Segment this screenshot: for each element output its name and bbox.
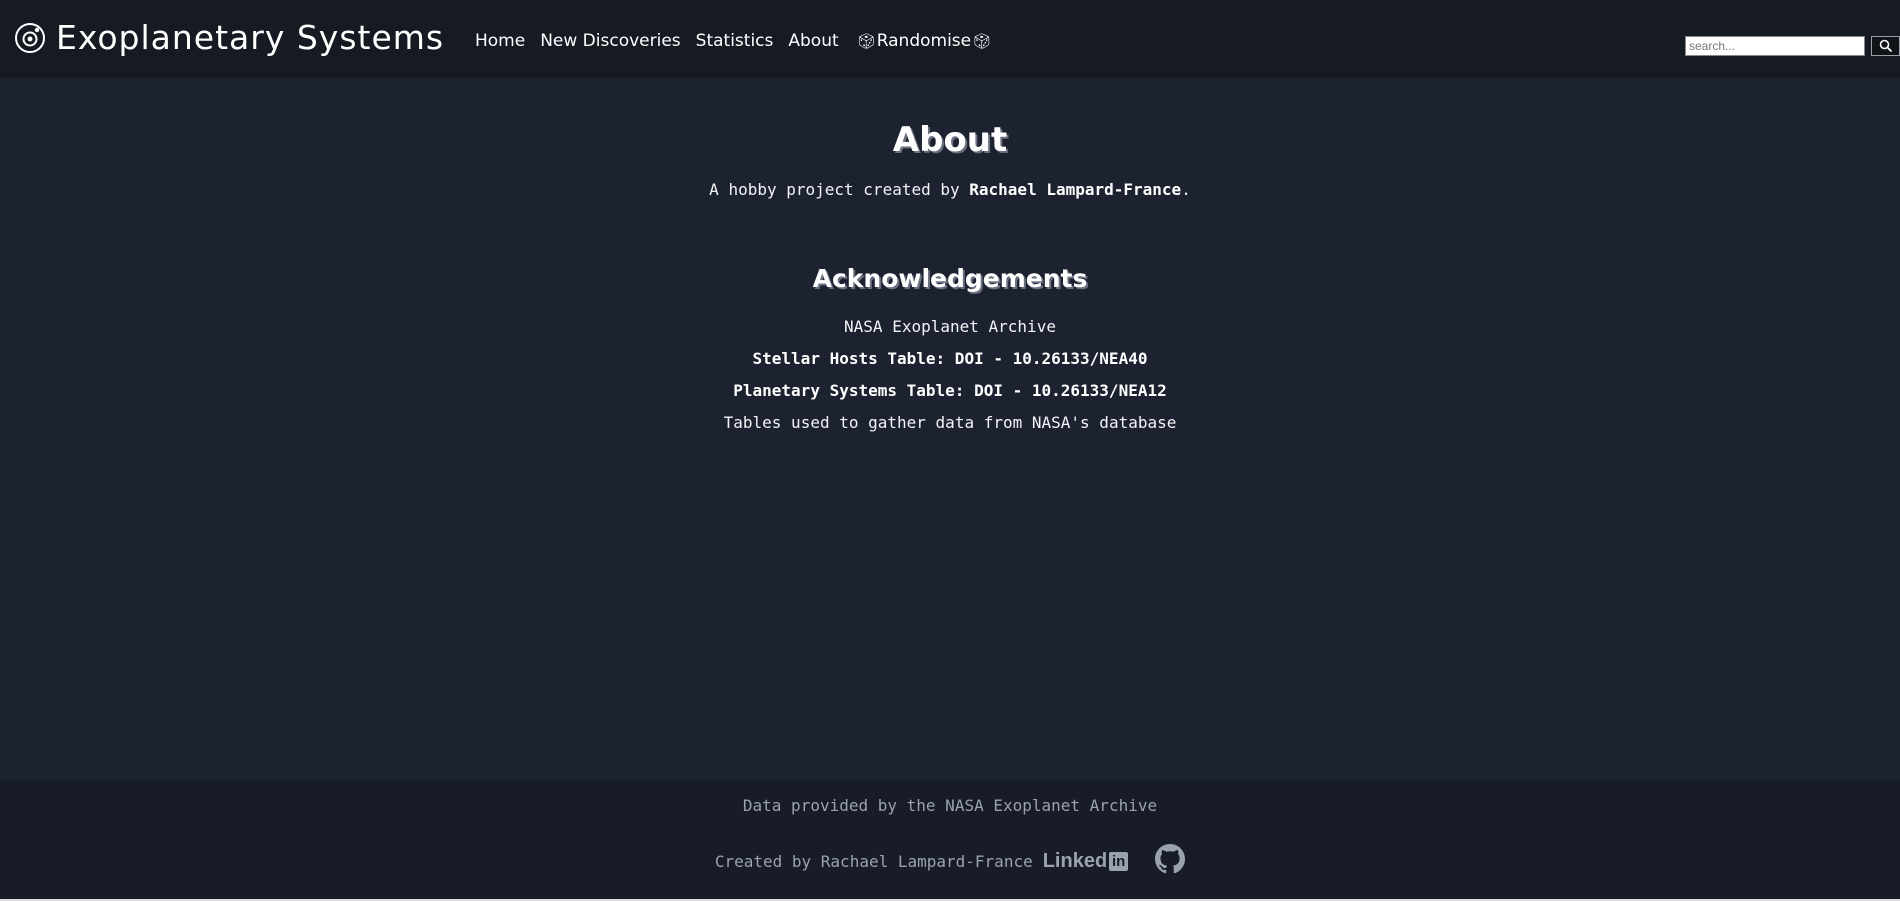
- linkedin-icon[interactable]: Linked in: [1042, 849, 1129, 873]
- planet-icon: [14, 22, 46, 54]
- search-form: [1685, 36, 1900, 56]
- intro-prefix: A hobby project created by: [709, 180, 970, 199]
- linkedin-in-badge: in: [1109, 851, 1129, 871]
- nav-new-discoveries[interactable]: New Discoveries: [540, 31, 680, 51]
- main-content: About A hobby project created by Rachael…: [0, 78, 1900, 434]
- footer-data-credit: Data provided by the NASA Exoplanet Arch…: [742, 796, 1158, 815]
- footer: Data provided by the NASA Exoplanet Arch…: [0, 781, 1900, 899]
- site-title[interactable]: Exoplanetary Systems: [56, 18, 444, 58]
- intro-text: A hobby project created by Rachael Lampa…: [0, 179, 1900, 201]
- nav-home[interactable]: Home: [475, 31, 525, 51]
- author-name: Rachael Lampard-France: [969, 180, 1182, 199]
- footer-created: Created by Rachael Lampard-France Linked…: [0, 844, 1900, 878]
- intro-suffix: .: [1181, 180, 1191, 199]
- search-button[interactable]: [1871, 36, 1900, 56]
- brand[interactable]: Exoplanetary Systems: [14, 18, 444, 58]
- github-icon[interactable]: [1155, 844, 1186, 878]
- dice-icon: 🎲︎: [972, 32, 992, 50]
- nav-randomise-label: Randomise: [876, 31, 972, 51]
- acknowledgements-heading: Acknowledgements: [812, 264, 1088, 293]
- ack-tables-note: Tables used to gather data from NASA's d…: [723, 412, 1177, 432]
- page-title: About: [892, 120, 1008, 160]
- main-nav: Home New Discoveries Statistics About 🎲︎…: [475, 31, 1007, 51]
- ack-stellar-hosts: Stellar Hosts Table: DOI - 10.26133/NEA4…: [752, 348, 1148, 368]
- ack-archive: NASA Exoplanet Archive: [844, 316, 1056, 336]
- nav-about[interactable]: About: [788, 31, 838, 51]
- nav-statistics[interactable]: Statistics: [696, 31, 774, 51]
- footer-created-by: Created by Rachael Lampard-France: [714, 851, 1033, 871]
- search-icon: [1879, 39, 1892, 53]
- dice-icon: 🎲︎: [856, 32, 876, 50]
- search-input[interactable]: [1685, 36, 1865, 56]
- page: Exoplanetary Systems Home New Discoverie…: [0, 0, 1900, 901]
- linkedin-wordmark: Linked: [1042, 849, 1108, 872]
- top-navbar: Exoplanetary Systems Home New Discoverie…: [0, 0, 1900, 78]
- ack-planetary-systems: Planetary Systems Table: DOI - 10.26133/…: [733, 380, 1167, 400]
- nav-randomise[interactable]: 🎲︎Randomise🎲︎: [856, 31, 993, 51]
